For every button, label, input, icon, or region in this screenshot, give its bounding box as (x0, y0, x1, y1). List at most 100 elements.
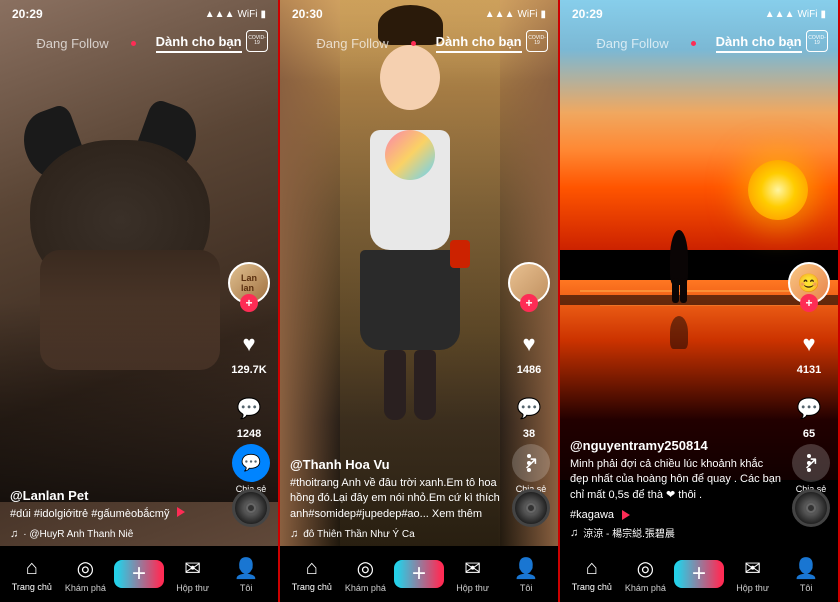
reflection-lines (580, 290, 820, 292)
nav-home-3[interactable]: ⌂ Trang chủ (565, 557, 619, 592)
right-sidebar-2: + ♥ 1486 💬 38 (508, 262, 550, 472)
home-label-2: Trang chủ (292, 582, 332, 592)
inbox-label-3: Hộp thư (736, 583, 769, 593)
nav-profile-2[interactable]: 👤 Tôi (499, 556, 553, 593)
music-row-3[interactable]: ♫ 涼涼 - 楊宗縂.張碧晨 (570, 525, 783, 540)
red-purse (450, 240, 470, 268)
covid-text-3: COVID-19 (807, 36, 827, 47)
comment-button-1[interactable]: 💬 1248 (231, 390, 267, 440)
nav-inbox-3[interactable]: ✉ Hộp thư (726, 556, 780, 593)
nav-create-3[interactable]: + (672, 560, 726, 588)
comment-count-3: 65 (803, 428, 815, 440)
messenger-button-1[interactable]: 💬 Chia sẻ (232, 444, 270, 494)
creator-avatar-2[interactable]: + (508, 262, 550, 304)
share-button-2[interactable]: ↗ Chia sẻ (512, 444, 550, 494)
caption-3: Minh phải đợi cả chiều lúc khoảnh khắc đ… (570, 457, 783, 503)
nav-dot-3 (691, 41, 696, 46)
like-count-2: 1486 (517, 364, 541, 376)
explore-label-3: Khám phá (625, 583, 666, 593)
music-text-2: đô Thiên Thần Như Ý Ca (303, 529, 414, 540)
nav-profile-1[interactable]: 👤 Tôi (219, 556, 273, 593)
bottom-content-1: @Lanlan Pet #dúi #idolgiớitrẻ #gấumèobắc… (10, 488, 223, 540)
top-nav-2: Đang Follow Dành cho bạn (280, 28, 558, 59)
heart-icon-3: ♥ (791, 326, 827, 362)
music-row-2[interactable]: ♫ đô Thiên Thần Như Ý Ca (290, 528, 503, 540)
woman-legs (384, 350, 436, 420)
nav-foryou-1[interactable]: Dành cho bạn (156, 34, 242, 53)
caption-1: #dúi #idolgiớitrẻ #gấumèobắcmỹ (10, 507, 223, 522)
plus-icon-2: + (412, 560, 426, 588)
nav-explore-1[interactable]: ◎ Khám phá (59, 556, 113, 593)
username-3[interactable]: @nguyentramy250814 (570, 438, 783, 453)
comment-icon-1: 💬 (231, 390, 267, 426)
inbox-icon-1: ✉ (184, 556, 201, 581)
home-icon-2: ⌂ (306, 557, 318, 580)
share-button-3[interactable]: ↗ Chia sẻ (792, 444, 830, 494)
reflection-line-2 (600, 305, 800, 306)
right-sidebar-3: 😊 + ♥ 4131 💬 65 (788, 262, 830, 472)
creator-avatar-3[interactable]: 😊 + (788, 262, 830, 304)
music-disc-3[interactable] (792, 489, 830, 527)
creator-avatar-1[interactable]: Lanlan + (228, 262, 270, 304)
like-button-3[interactable]: ♥ 4131 (791, 326, 827, 376)
person-silhouette (670, 230, 688, 285)
music-disc-inner-3 (806, 503, 816, 513)
woman-figure-2 (340, 60, 480, 410)
follow-button-2[interactable]: + (520, 294, 538, 312)
nav-create-2[interactable]: + (392, 560, 446, 588)
wifi-icon-2: WiFi (517, 9, 537, 20)
nav-home-2[interactable]: ⌂ Trang chủ (285, 557, 339, 592)
follow-button-3[interactable]: + (800, 294, 818, 312)
nav-inbox-2[interactable]: ✉ Hộp thư (446, 556, 500, 593)
like-button-2[interactable]: ♥ 1486 (511, 326, 547, 376)
explore-label-1: Khám phá (65, 583, 106, 593)
nav-explore-3[interactable]: ◎ Khám phá (619, 556, 673, 593)
nav-profile-3[interactable]: 👤 Tôi (779, 556, 833, 593)
create-button-1[interactable]: + (117, 560, 161, 588)
right-sidebar-1: Lanlan + ♥ 129.7K 💬 1248 (228, 262, 270, 472)
create-button-3[interactable]: + (677, 560, 721, 588)
nav-following-3[interactable]: Đang Follow (596, 36, 668, 51)
battery-icon-2: ▮ (540, 9, 546, 20)
nav-home-1[interactable]: ⌂ Trang chủ (5, 557, 59, 592)
caption-text-3: Minh phải đợi cả chiều lúc khoảnh khắc đ… (570, 458, 781, 501)
nav-following-1[interactable]: Đang Follow (36, 36, 108, 51)
create-button-2[interactable]: + (397, 560, 441, 588)
music-text-3: 涼涼 - 楊宗縂.張碧晨 (583, 525, 675, 540)
nav-inbox-1[interactable]: ✉ Hộp thư (166, 556, 220, 593)
comment-count-1: 1248 (237, 428, 261, 440)
profile-label-3: Tôi (800, 583, 813, 593)
music-disc-2[interactable] (512, 489, 550, 527)
inbox-label-2: Hộp thư (456, 583, 489, 593)
nav-foryou-2[interactable]: Dành cho bạn (436, 34, 522, 53)
woman-skirt (360, 250, 460, 350)
profile-label-1: Tôi (240, 583, 253, 593)
bottom-nav-1: ⌂ Trang chủ ◎ Khám phá + ✉ Hộp thư 👤 Tôi (0, 546, 278, 602)
nav-following-2[interactable]: Đang Follow (316, 36, 388, 51)
music-row-1[interactable]: ♫ · @HuyR Anh Thanh Niê (10, 528, 223, 540)
share-icon-3: ↗ (792, 444, 830, 482)
nav-explore-2[interactable]: ◎ Khám phá (339, 556, 393, 593)
signal-icon: ▲▲▲ (205, 9, 235, 20)
like-button-1[interactable]: ♥ 129.7K (231, 326, 267, 376)
covid-text-2: COVID-19 (527, 36, 547, 47)
share-icon-2: ↗ (512, 444, 550, 482)
plus-icon-1: + (132, 560, 146, 588)
home-icon-1: ⌂ (26, 557, 38, 580)
comment-button-3[interactable]: 💬 65 (791, 390, 827, 440)
status-time-2: 20:30 (292, 7, 323, 21)
username-1[interactable]: @Lanlan Pet (10, 488, 223, 503)
follow-button-1[interactable]: + (240, 294, 258, 312)
status-icons-2: ▲▲▲ WiFi ▮ (485, 9, 546, 20)
nav-create-1[interactable]: + (112, 560, 166, 588)
nav-dot-2 (411, 41, 416, 46)
music-disc-1[interactable] (232, 489, 270, 527)
username-2[interactable]: @Thanh Hoa Vu (290, 457, 503, 472)
inbox-icon-3: ✉ (744, 556, 761, 581)
arrow-indicator-1 (177, 507, 185, 517)
comment-button-2[interactable]: 💬 38 (511, 390, 547, 440)
hashtag-text-3: #kagawa (570, 509, 614, 521)
nav-foryou-3[interactable]: Dành cho bạn (716, 34, 802, 53)
comment-icon-2: 💬 (511, 390, 547, 426)
bottom-content-2: @Thanh Hoa Vu #thoitrang Anh về đâu trời… (290, 457, 503, 540)
